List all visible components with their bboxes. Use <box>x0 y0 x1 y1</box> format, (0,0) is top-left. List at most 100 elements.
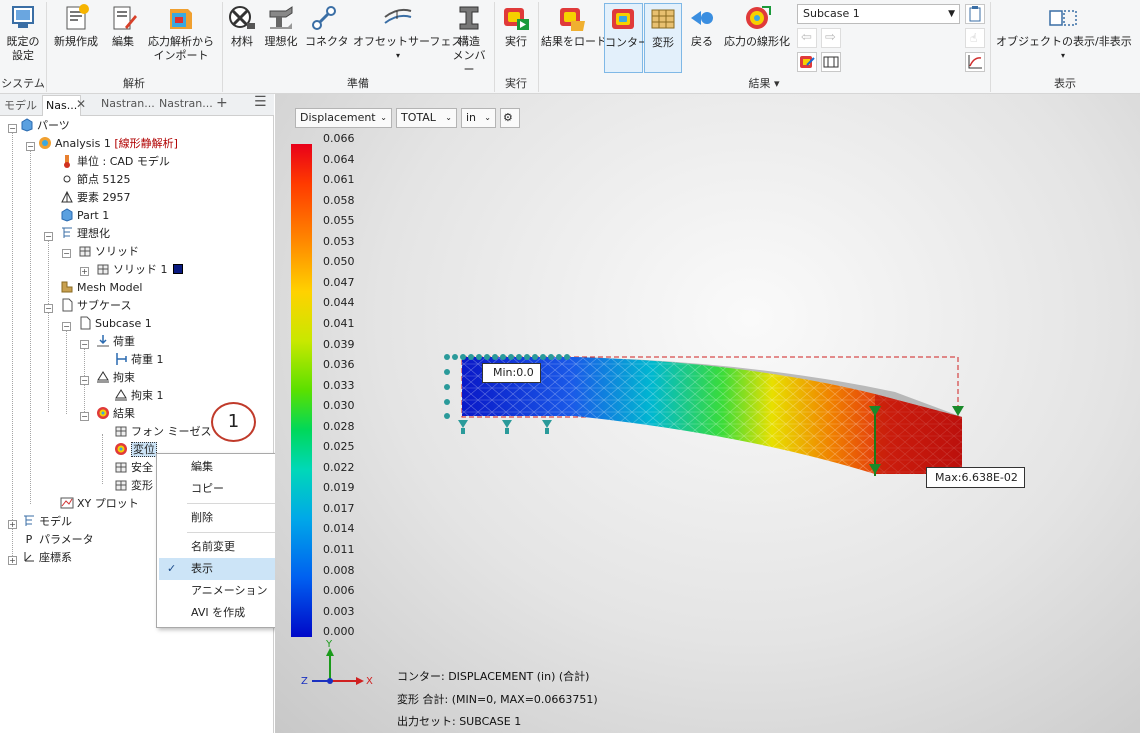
prev-step-button[interactable]: ⇦ <box>797 28 817 48</box>
axis-label-y: Y <box>326 639 333 650</box>
tree-node-model[interactable]: モデル <box>22 513 72 530</box>
connector-label: コネクタ <box>305 35 349 48</box>
subcase-select[interactable]: Subcase 1 ▼ <box>797 4 960 24</box>
contour-label: コンター <box>605 36 649 49</box>
group-label-display: 表示 <box>1054 77 1076 90</box>
tree-node-idealize[interactable]: 理想化 <box>60 225 110 242</box>
tree-label: 拘束 <box>113 371 135 384</box>
tree-label: 変形 <box>131 479 153 492</box>
tree-node-load1[interactable]: 荷重 1 <box>114 351 164 368</box>
expand-icon[interactable]: + <box>80 267 89 276</box>
hamburger-menu-icon[interactable]: ☰ <box>254 94 267 110</box>
tree-node-parameters[interactable]: P パラメータ <box>22 531 94 548</box>
constraint-icon <box>97 371 109 383</box>
tab-nastran-3[interactable]: Nastran... <box>159 97 213 110</box>
result-display-button[interactable] <box>797 52 817 72</box>
tree-node-constraint1[interactable]: 拘束 1 <box>114 387 164 404</box>
connector-button[interactable]: コネクタ <box>305 3 349 49</box>
collapse-icon[interactable]: − <box>8 124 17 133</box>
contour-button[interactable]: コンター <box>604 3 649 73</box>
collapse-icon[interactable]: − <box>44 232 53 241</box>
tree-node-subcase1[interactable]: Subcase 1 <box>78 315 152 332</box>
expand-icon[interactable]: + <box>8 556 17 565</box>
import-stress-button[interactable]: 応力解析から インポート <box>146 3 216 63</box>
output-set-info-text: 出力セット: SUBCASE 1 <box>397 715 522 728</box>
group-label-system: システム <box>1 77 45 90</box>
tree-node-subcases[interactable]: サブケース <box>60 297 131 314</box>
tree-node-xy-plot[interactable]: XY プロット <box>60 495 139 512</box>
tree-node-analysis[interactable]: Analysis 1 [線形静解析] <box>38 135 178 152</box>
group-label-prepare: 準備 <box>347 77 369 90</box>
tree-node-parts[interactable]: パーツ <box>20 117 70 134</box>
tree-node-loads[interactable]: 荷重 <box>96 333 135 350</box>
coordinate-system-icon <box>24 552 34 562</box>
tree-node-elements[interactable]: 要素 2957 <box>60 189 131 206</box>
graphics-viewport[interactable]: Displacement ⌄ TOTAL ⌄ in ⌄ ⚙ 0.066 0.064 0.0… <box>275 94 1140 733</box>
collapse-icon[interactable]: − <box>80 412 89 421</box>
tree-label: 拘束 1 <box>131 389 164 402</box>
tree-node-coordinate-systems[interactable]: 座標系 <box>22 549 72 566</box>
tab-model[interactable]: モデル <box>4 97 37 113</box>
tree-node-part1[interactable]: Part 1 <box>60 207 109 224</box>
tree-label: 要素 2957 <box>77 191 131 204</box>
xy-plot-button[interactable] <box>965 52 985 72</box>
tab-nastran-2[interactable]: Nastran... <box>101 97 155 110</box>
max-label-callout: Max:6.638E-02 <box>926 467 1025 488</box>
idealize-button[interactable]: 理想化 <box>262 3 300 49</box>
deform-button[interactable]: 変形 <box>644 3 682 73</box>
collapse-icon[interactable]: − <box>62 322 71 331</box>
probe-button[interactable]: ☝ <box>965 28 985 48</box>
offset-surface-dropdown-icon[interactable]: ▾ <box>353 49 443 63</box>
edit-simulation-icon <box>113 6 137 30</box>
tree-node-mesh-model[interactable]: Mesh Model <box>60 279 142 296</box>
collapse-icon[interactable]: − <box>80 340 89 349</box>
tree-node-deform[interactable]: 変形 <box>114 477 153 494</box>
collapse-icon[interactable]: − <box>62 249 71 258</box>
subcase-options-button[interactable] <box>965 4 985 24</box>
tree-label: 荷重 1 <box>131 353 164 366</box>
collapse-icon[interactable]: − <box>26 142 35 151</box>
animation-frames-button[interactable] <box>821 52 841 72</box>
add-tab-icon[interactable]: + <box>216 95 228 111</box>
tab-close-icon[interactable]: ✕ <box>76 97 86 111</box>
run-icon <box>504 8 529 30</box>
deform-label: 変形 <box>652 36 674 49</box>
tree-node-solids[interactable]: ソリッド <box>78 243 139 260</box>
tree-node-nodes[interactable]: 節点 5125 <box>60 171 131 188</box>
color-swatch[interactable] <box>172 264 183 274</box>
new-simulation-button[interactable]: 新規作成 <box>50 3 102 49</box>
material-button[interactable]: 材料 <box>227 3 257 49</box>
tree-node-von-mises[interactable]: フォン ミーゼス <box>114 423 212 440</box>
tree-node-constraints[interactable]: 拘束 <box>96 369 135 386</box>
offset-surface-button[interactable]: オフセットサーフェス ▾ <box>353 3 462 63</box>
run-button[interactable]: 実行 <box>498 3 534 49</box>
default-settings-button[interactable]: 既定の 設定 <box>3 3 43 63</box>
stress-linearize-button[interactable]: 応力の線形化 <box>722 3 792 49</box>
contour-icon <box>611 9 634 29</box>
arrow-right-icon: ⇨ <box>825 30 836 45</box>
view-triad[interactable] <box>300 644 370 699</box>
tree-node-safety[interactable]: 安全 <box>114 459 153 476</box>
clipboard-icon <box>969 6 981 22</box>
load-results-button[interactable]: 結果をロード <box>541 3 607 49</box>
tree-node-unit[interactable]: 単位 : CAD モデル <box>60 153 170 170</box>
show-hide-dropdown-icon[interactable]: ▾ <box>996 49 1130 63</box>
structural-member-button[interactable]: 構造 メンバー <box>449 3 489 77</box>
thermometer-icon <box>64 155 70 168</box>
tree-node-solid1[interactable]: ソリッド 1 <box>96 261 183 278</box>
show-hide-label: オブジェクトの表示/非表示 <box>996 35 1132 48</box>
expand-icon[interactable]: + <box>8 520 17 529</box>
back-button[interactable]: 戻る <box>686 3 718 49</box>
analysis-type-label: [線形静解析] <box>114 137 178 150</box>
tree-node-displacement-selected[interactable]: 変位 <box>114 441 157 458</box>
min-label-callout: Min:0.0 <box>482 363 541 383</box>
collapse-icon[interactable]: − <box>80 376 89 385</box>
tree-node-results[interactable]: 結果 <box>96 405 135 422</box>
edit-simulation-button[interactable]: 編集 <box>106 3 140 49</box>
show-hide-objects-button[interactable]: オブジェクトの表示/非表示 ▾ <box>996 3 1132 63</box>
collapse-icon[interactable]: − <box>44 304 53 313</box>
idealize-icon <box>269 6 293 29</box>
group-label-results[interactable]: 結果 ▾ <box>538 75 990 93</box>
next-step-button[interactable]: ⇨ <box>821 28 841 48</box>
deform-icon <box>651 9 675 29</box>
